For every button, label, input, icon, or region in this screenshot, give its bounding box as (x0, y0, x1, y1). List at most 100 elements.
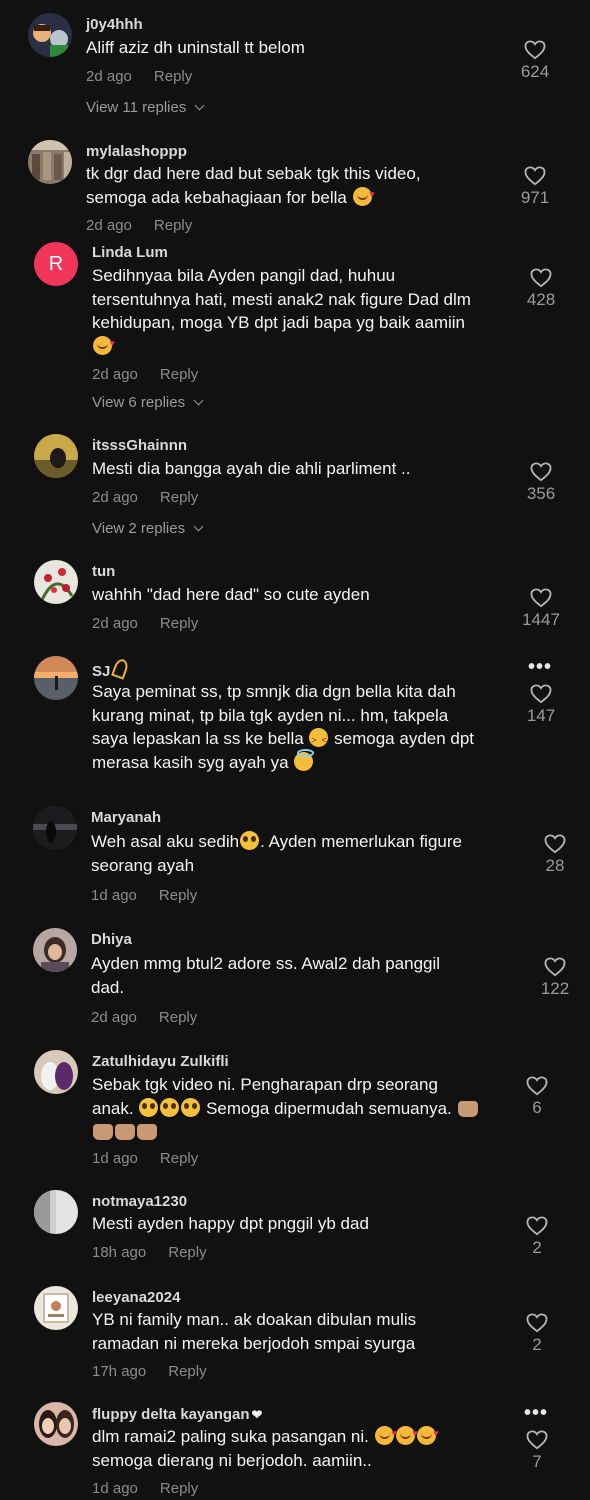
smiling-face-with-hearts-icon (374, 1422, 397, 1446)
smiling-face-with-hearts-icon (416, 1422, 439, 1446)
reply-button[interactable]: Reply (168, 1363, 206, 1380)
comment-meta: 1d ago Reply (92, 1150, 198, 1167)
comment-text-line-wrap: anak. Semoga dipermudah semuanya. (92, 1097, 512, 1121)
pleading-face-icon (240, 831, 260, 850)
comment-meta: 2d ago Reply (91, 1009, 197, 1026)
view-replies-button[interactable]: View 11 replies (86, 99, 205, 116)
like-count: 2 (532, 1335, 542, 1354)
comment-text: Sebak tgk video ni. Pengharapan drp seor… (92, 1073, 512, 1144)
like-button[interactable]: 1447 (511, 588, 571, 630)
comment-username[interactable]: j0y4hhh (86, 16, 143, 33)
comment-text: Saya peminat ss, tp smnjk dia dgn bella … (92, 680, 512, 774)
avatar[interactable] (28, 140, 72, 184)
reply-button[interactable]: Reply (154, 68, 192, 85)
heart-outline-icon (530, 462, 552, 482)
comment-meta: 18h ago Reply (92, 1244, 207, 1261)
comment-time: 2d ago (92, 366, 138, 383)
comment-time: 1d ago (91, 887, 137, 904)
smiling-face-with-halo-icon (294, 748, 315, 771)
reply-button[interactable]: Reply (154, 217, 192, 234)
reply-button[interactable]: Reply (160, 366, 198, 383)
comment-text: YB ni family man.. ak doakan dibulan mul… (92, 1308, 512, 1355)
comment-username[interactable]: leeyana2024 (92, 1289, 180, 1306)
comment-time: 1d ago (92, 1480, 138, 1497)
avatar[interactable] (28, 13, 72, 57)
like-button[interactable]: 7 (507, 1430, 567, 1472)
avatar[interactable] (34, 1050, 78, 1094)
comment-username[interactable]: itsssGhainnn (92, 437, 187, 454)
like-button[interactable]: 428 (511, 268, 571, 310)
comment-text: Weh asal aku sedih . Ayden memerlukan fig… (91, 830, 511, 877)
reply-button[interactable]: Reply (160, 489, 198, 506)
avatar[interactable] (34, 1402, 78, 1446)
comment-text-line: merasa kasih syg ayah ya (92, 752, 289, 772)
avatar[interactable] (34, 1190, 78, 1234)
heart-outline-icon (544, 957, 566, 977)
reply-button[interactable]: Reply (159, 887, 197, 904)
heart-outline-icon (530, 588, 552, 608)
comment-username[interactable]: Zatulhidayu Zulkifli (92, 1053, 229, 1070)
comment-username-wrap[interactable]: fluppy delta kayangan ❤ (92, 1406, 262, 1423)
comment-time: 2d ago (86, 217, 132, 234)
avatar[interactable] (34, 560, 78, 604)
avatar[interactable]: R (34, 242, 78, 286)
comment-text-line: Saya peminat ss, tp smnjk dia dgn bella … (92, 682, 456, 701)
comment-text-line-wrap: Weh asal aku sedih . Ayden memerlukan fig… (91, 830, 511, 854)
like-count: 7 (532, 1452, 542, 1471)
comment-text-line: tersentuhnya hati, mesti anak2 nak figur… (92, 289, 471, 309)
avatar[interactable] (33, 928, 77, 972)
like-button[interactable]: 2 (507, 1216, 567, 1258)
heart-outline-icon (524, 40, 546, 60)
like-button[interactable]: 6 (507, 1076, 567, 1118)
avatar-letter: R (48, 253, 64, 275)
reply-button[interactable]: Reply (159, 1009, 197, 1026)
comment-text: Mesti dia bangga ayah die ahli parliment… (92, 457, 512, 481)
reply-button[interactable]: Reply (160, 615, 198, 632)
comment-username[interactable]: Maryanah (91, 809, 161, 826)
comment-text-line: semoga dierang ni berjodoh. aamiin.. (92, 1450, 372, 1470)
palms-up-together-icon (93, 1124, 113, 1140)
more-options-icon[interactable]: ••• (528, 656, 552, 679)
comment-text-line: tk dgr dad here dad but sebak tgk this v… (86, 164, 421, 183)
reply-button[interactable]: Reply (168, 1244, 206, 1261)
like-button[interactable]: 122 (525, 957, 585, 999)
comment-username[interactable]: Linda Lum (92, 244, 168, 261)
comment-text-line: Mesti dia bangga ayah die ahli parliment… (92, 459, 411, 478)
like-button[interactable]: 356 (511, 462, 571, 504)
view-replies-button[interactable]: View 6 replies (92, 394, 204, 411)
view-replies-label: View 6 replies (92, 394, 186, 411)
comment-text-line: dad. (91, 977, 125, 997)
comment-time: 1d ago (92, 1150, 138, 1167)
heart-outline-icon (526, 1216, 548, 1236)
reply-button[interactable]: Reply (160, 1150, 198, 1167)
comment-time: 2d ago (91, 1009, 137, 1026)
smiling-face-with-hearts-icon (93, 332, 115, 355)
comment-username-wrap[interactable]: SJ (92, 657, 131, 680)
avatar[interactable] (34, 656, 78, 700)
like-button[interactable]: 971 (505, 166, 565, 208)
like-count: 971 (520, 188, 550, 207)
like-button[interactable]: 147 (511, 684, 571, 726)
comment-time: 2d ago (92, 489, 138, 506)
like-button[interactable]: 624 (505, 40, 565, 82)
comment-username[interactable]: notmaya1230 (92, 1193, 187, 1210)
like-button[interactable]: 28 (525, 834, 585, 876)
more-options-icon[interactable]: ••• (524, 1402, 548, 1425)
avatar[interactable] (34, 434, 78, 478)
comment-time: 18h ago (92, 1244, 147, 1261)
comment-username[interactable]: tun (92, 563, 115, 580)
reply-button[interactable]: Reply (160, 1480, 198, 1497)
like-count: 147 (526, 706, 556, 725)
comment-text-line: dlm ramai2 paling suka pasangan ni. (92, 1427, 369, 1446)
smiling-face-with-hearts-icon (395, 1422, 418, 1446)
comment-username[interactable]: mylalashoppp (86, 143, 187, 160)
comment-text-line: Mesti ayden happy dpt pnggil yb dad (92, 1214, 369, 1233)
like-button[interactable]: 2 (507, 1313, 567, 1355)
avatar[interactable] (34, 1286, 78, 1330)
view-replies-button[interactable]: View 2 replies (92, 520, 204, 537)
palms-up-together-icon (115, 1124, 135, 1140)
like-count: 624 (520, 62, 550, 81)
chevron-down-icon (194, 100, 205, 111)
comment-username[interactable]: Dhiya (91, 931, 132, 948)
avatar[interactable] (33, 806, 77, 850)
